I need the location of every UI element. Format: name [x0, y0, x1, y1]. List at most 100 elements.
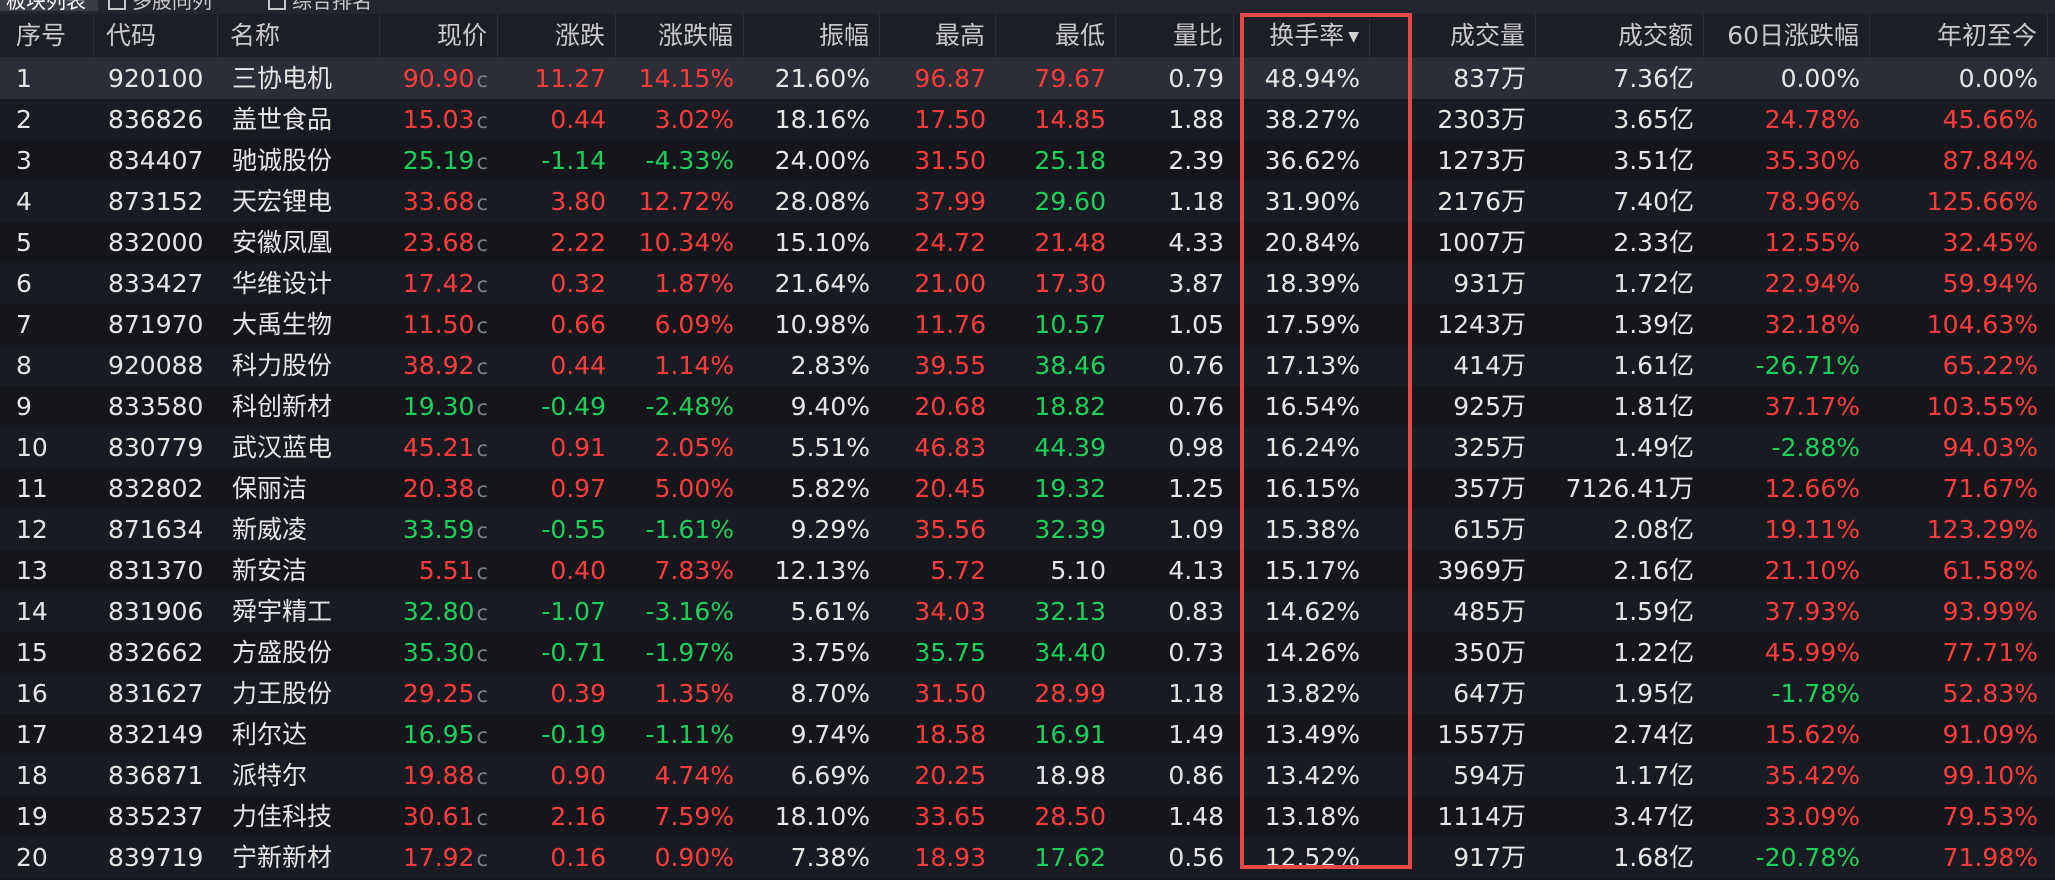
col-price: 19.30c: [380, 386, 498, 427]
header-change[interactable]: 涨跌: [498, 14, 616, 57]
header-price[interactable]: 现价: [380, 14, 498, 57]
table-row[interactable]: 15 832662 方盛股份 35.30c -0.71 -1.97% 3.75% 35.75 3…: [0, 632, 2055, 673]
col-volume-ratio-value: 0.56: [1168, 843, 1224, 872]
col-volume-ratio-value: 4.13: [1168, 556, 1224, 585]
table-row[interactable]: 9 833580 科创新材 19.30c -0.49 -2.48% 9.40% 20.68 18…: [0, 386, 2055, 427]
header-change-pct[interactable]: 涨跌幅: [616, 14, 744, 57]
col-code: 836871: [96, 755, 218, 796]
col-name-value: 派特尔: [232, 761, 308, 790]
header-turnover[interactable]: 换手率 ▼: [1238, 14, 1370, 57]
tab-multi-stock[interactable]: 多股同列: [108, 0, 212, 11]
col-change-pct-value: 4.74%: [654, 761, 734, 790]
table-row[interactable]: 10 830779 武汉蓝电 45.21c 0.91 2.05% 5.51% 46.83 44.…: [0, 427, 2055, 468]
col-name: 方盛股份: [220, 632, 380, 673]
col-change-value: 0.32: [550, 269, 606, 298]
col-price: 45.21c: [380, 427, 498, 468]
table-row[interactable]: 14 831906 舜宇精工 32.80c -1.07 -3.16% 5.61% 34.03 3…: [0, 591, 2055, 632]
col-code-value: 831370: [108, 556, 204, 585]
table-row[interactable]: 1 920100 三协电机 90.90c 11.27 14.15% 21.60% 96.87 7…: [0, 58, 2055, 99]
price-flag: c: [476, 560, 488, 584]
col-volume: 615万: [1416, 509, 1536, 550]
table-row[interactable]: 18 836871 派特尔 19.88c 0.90 4.74% 6.69% 20.25 18.9…: [0, 755, 2055, 796]
col-turnover-value: 14.26%: [1264, 638, 1360, 667]
col-change: 0.40: [498, 550, 616, 591]
col-change: -0.55: [498, 509, 616, 550]
col-change-pct: -1.97%: [616, 632, 744, 673]
col-ytd: 52.83%: [1870, 673, 2048, 714]
col-change-pct: 2.05%: [616, 427, 744, 468]
price-flag: c: [476, 191, 488, 215]
header-label: 年初至今: [1936, 21, 2037, 50]
table-row[interactable]: 16 831627 力王股份 29.25c 0.39 1.35% 8.70% 31.50 28.…: [0, 673, 2055, 714]
table-row[interactable]: 13 831370 新安洁 5.51c 0.40 7.83% 12.13% 5.72 5.10 4…: [0, 550, 2055, 591]
col-high-value: 11.76: [914, 310, 986, 339]
col-volume-ratio-value: 1.49: [1168, 720, 1224, 749]
col-high-value: 46.83: [914, 433, 986, 462]
col-volume-ratio-value: 1.18: [1168, 187, 1224, 216]
col-name: 舜宇精工: [220, 591, 380, 632]
col-low: 25.18: [996, 140, 1116, 181]
col-low-value: 38.46: [1034, 351, 1106, 380]
table-row[interactable]: 3 834407 驰诚股份 25.19c -1.14 -4.33% 24.00% 31.50 2…: [0, 140, 2055, 181]
col-price: 33.59c: [380, 509, 498, 550]
col-turnover-value: 38.27%: [1264, 105, 1360, 134]
tab-ranking[interactable]: 综合排名: [268, 0, 372, 11]
col-code-value: 830779: [108, 433, 204, 462]
col-high: 21.00: [880, 263, 996, 304]
table-row[interactable]: 2 836826 盖世食品 15.03c 0.44 3.02% 18.16% 17.50 14.…: [0, 99, 2055, 140]
col-price-value: 23.68: [402, 228, 475, 257]
header-volume[interactable]: 成交量: [1416, 14, 1536, 57]
header-ytd[interactable]: 年初至今: [1870, 14, 2048, 57]
col-amount: 7.36亿: [1536, 58, 1704, 99]
table-row[interactable]: 6 833427 华维设计 17.42c 0.32 1.87% 21.64% 21.00 17.…: [0, 263, 2055, 304]
header-amplitude[interactable]: 振幅: [744, 14, 880, 57]
col-turnover: 17.59%: [1238, 304, 1370, 345]
col-60d-change-value: 12.55%: [1764, 228, 1860, 257]
col-ytd-value: 93.99%: [1942, 597, 2038, 626]
col-change-value: 0.40: [550, 556, 606, 585]
header-index[interactable]: 序号: [6, 14, 94, 57]
col-amount-value: 7.40亿: [1613, 187, 1694, 216]
price-flag: c: [476, 519, 488, 543]
header-name[interactable]: 名称: [220, 14, 380, 57]
table-row[interactable]: 4 873152 天宏锂电 33.68c 3.80 12.72% 28.08% 37.99 29…: [0, 181, 2055, 222]
table-row[interactable]: 12 871634 新威凌 33.59c -0.55 -1.61% 9.29% 35.56 32…: [0, 509, 2055, 550]
col-change-value: -1.07: [541, 597, 606, 626]
col-change: 2.22: [498, 222, 616, 263]
header-high[interactable]: 最高: [880, 14, 996, 57]
col-change: 0.44: [498, 99, 616, 140]
sort-desc-icon[interactable]: ▼: [1348, 29, 1359, 45]
table-row[interactable]: 19 835237 力佳科技 30.61c 2.16 7.59% 18.10% 33.65 28…: [0, 796, 2055, 837]
header-volume-ratio[interactable]: 量比: [1116, 14, 1234, 57]
col-high-value: 17.50: [914, 105, 986, 134]
table-row[interactable]: 20 839719 宁新新材 17.92c 0.16 0.90% 7.38% 18.93 17.…: [0, 837, 2055, 878]
tab-sector-list[interactable]: 板块列表: [0, 0, 98, 11]
header-low[interactable]: 最低: [996, 14, 1116, 57]
table-row[interactable]: 5 832000 安徽凤凰 23.68c 2.22 10.34% 15.10% 24.72 21…: [0, 222, 2055, 263]
col-change-value: 3.80: [550, 187, 606, 216]
table-row[interactable]: 17 832149 利尔达 16.95c -0.19 -1.11% 9.74% 18.58 16…: [0, 714, 2055, 755]
col-change: 0.91: [498, 427, 616, 468]
col-change-value: 0.97: [550, 474, 606, 503]
header-amount[interactable]: 成交额: [1536, 14, 1704, 57]
header-60d-change[interactable]: 60日涨跌幅: [1704, 14, 1870, 57]
col-amount-value: 2.08亿: [1613, 515, 1694, 544]
col-high: 35.56: [880, 509, 996, 550]
col-volume-value: 594万: [1453, 761, 1526, 790]
col-amplitude: 10.98%: [744, 304, 880, 345]
price-flag: c: [476, 847, 488, 871]
col-low: 44.39: [996, 427, 1116, 468]
header-code[interactable]: 代码: [96, 14, 218, 57]
header-label: 序号: [16, 21, 67, 50]
col-index-value: 4: [16, 187, 32, 216]
table-row[interactable]: 7 871970 大禹生物 11.50c 0.66 6.09% 10.98% 11.76 10.…: [0, 304, 2055, 345]
col-60d-change-value: 21.10%: [1764, 556, 1860, 585]
col-volume: 3969万: [1416, 550, 1536, 591]
col-code: 834407: [96, 140, 218, 181]
table-row[interactable]: 8 920088 科力股份 38.92c 0.44 1.14% 2.83% 39.55 38.4…: [0, 345, 2055, 386]
table-row[interactable]: 11 832802 保丽洁 20.38c 0.97 5.00% 5.82% 20.45 19.3…: [0, 468, 2055, 509]
col-index: 6: [6, 263, 94, 304]
price-flag: c: [476, 355, 488, 379]
col-code-value: 831627: [108, 679, 204, 708]
col-turnover: 13.49%: [1238, 714, 1370, 755]
